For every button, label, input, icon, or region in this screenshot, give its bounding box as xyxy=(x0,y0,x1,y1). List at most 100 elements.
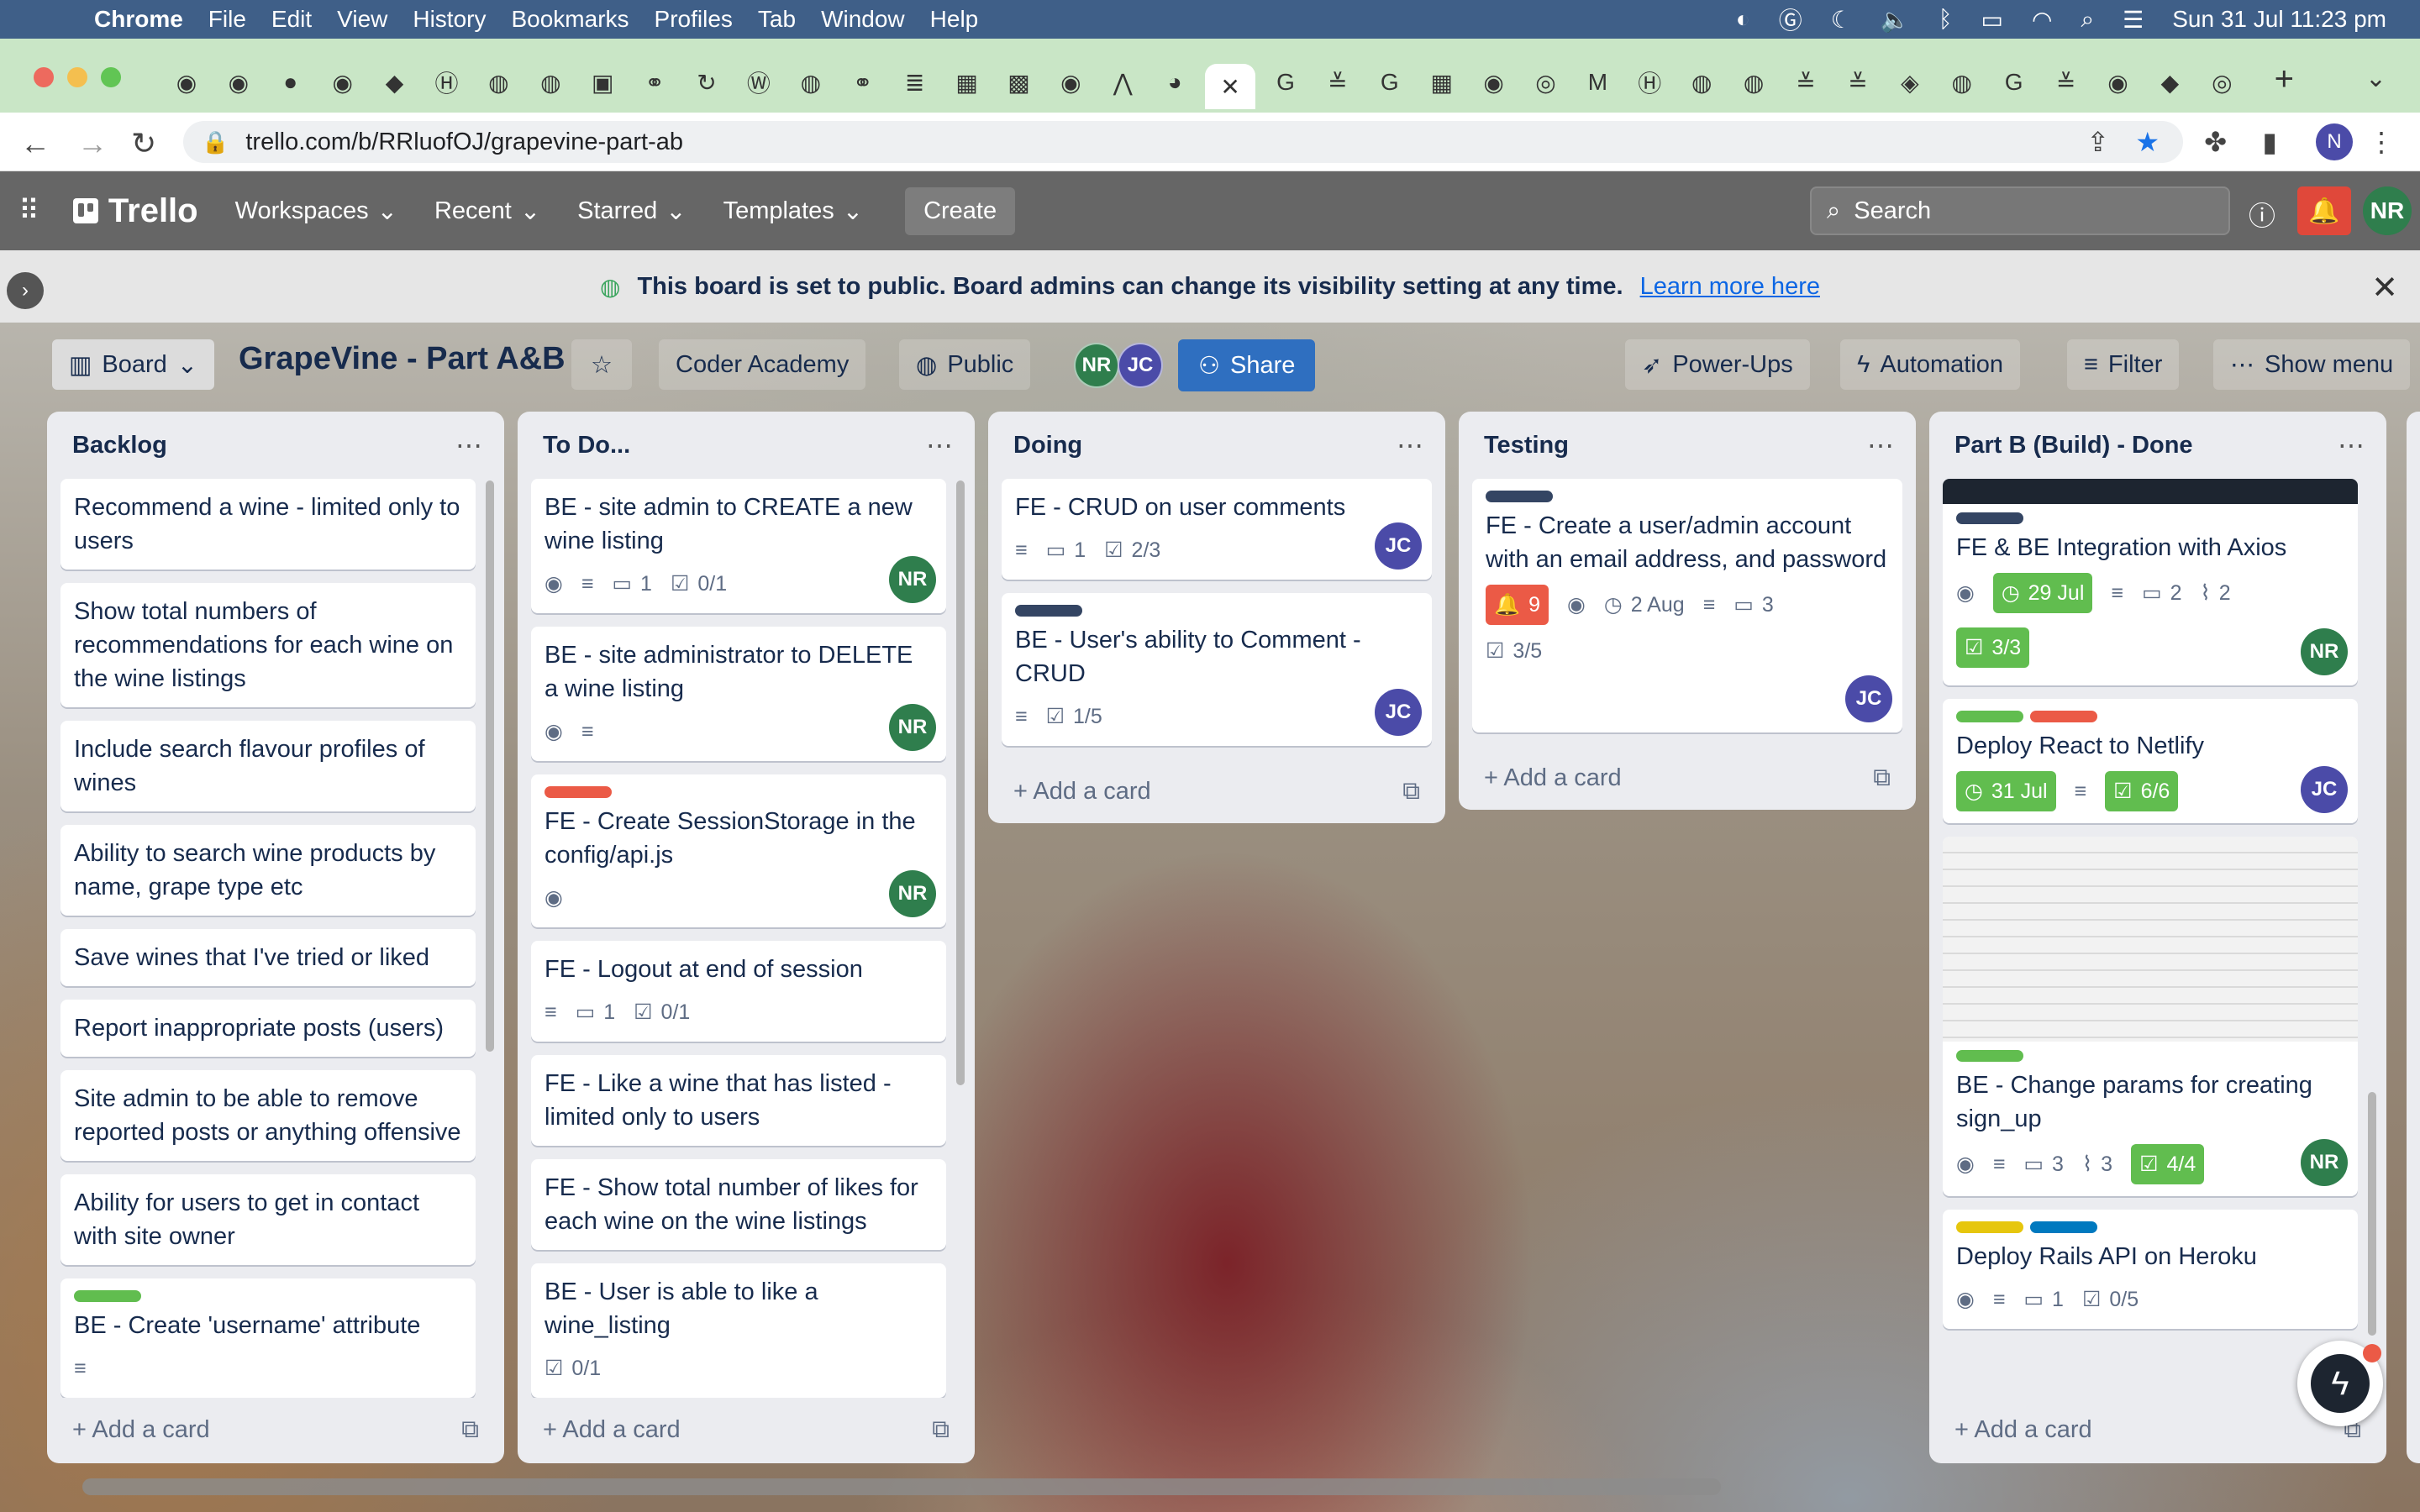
create-from-template-icon[interactable]: ⧉ xyxy=(1873,764,1891,792)
new-tab-button[interactable]: + xyxy=(2275,60,2294,98)
tab-docs-icon[interactable]: ≣ xyxy=(893,64,937,101)
card-member-avatar[interactable]: NR xyxy=(889,556,936,603)
card-member-avatar[interactable]: JC xyxy=(1375,689,1422,736)
card[interactable]: BE - User is able to like a wine_listing… xyxy=(531,1263,946,1398)
tab-image-icon[interactable]: ▦ xyxy=(945,64,989,101)
menu-bookmarks[interactable]: Bookmarks xyxy=(511,6,629,33)
nav-workspaces[interactable]: Workspaces ⌄ xyxy=(235,197,397,226)
card-member-avatar[interactable]: JC xyxy=(1375,522,1422,570)
card[interactable]: BE - site admin to CREATE a new wine lis… xyxy=(531,479,946,613)
create-button[interactable]: Create xyxy=(905,186,1016,235)
tab-google-icon[interactable]: G xyxy=(1264,64,1307,101)
card[interactable]: FE - Create a user/admin account with an… xyxy=(1472,479,1902,732)
power-ups-button[interactable]: ➶ Power-Ups xyxy=(1625,339,1810,390)
info-icon[interactable]: ⓘ xyxy=(2249,195,2275,234)
tab-doc-icon[interactable]: ▣ xyxy=(581,64,624,101)
menu-app-name[interactable]: Chrome xyxy=(94,6,183,33)
create-from-template-icon[interactable]: ⧉ xyxy=(932,1416,950,1444)
trello-logo[interactable]: Trello xyxy=(72,192,198,230)
nav-templates[interactable]: Templates ⌄ xyxy=(723,197,863,226)
spotlight-search-icon[interactable]: ⌕ xyxy=(2081,6,2094,34)
tab-github-icon[interactable]: ◉ xyxy=(2096,64,2140,101)
menu-profiles[interactable]: Profiles xyxy=(655,6,733,33)
show-menu-button[interactable]: ⋯ Show menu xyxy=(2213,339,2411,390)
url-text[interactable]: trello.com/b/RRluofOJ/grapevine-part-ab xyxy=(245,129,683,156)
list-scrollbar[interactable] xyxy=(2368,1092,2376,1336)
search-input[interactable]: ⌕ Search xyxy=(1810,186,2230,235)
banner-close-icon[interactable]: ✕ xyxy=(2371,269,2398,307)
tab-web-icon[interactable]: ◍ xyxy=(476,64,520,101)
tab-chrome-icon[interactable]: ◎ xyxy=(1524,64,1568,101)
card[interactable]: Site admin to be able to remove reported… xyxy=(60,1070,476,1161)
browser-menu-icon[interactable]: ⋮ xyxy=(2368,126,2395,158)
window-zoom-button[interactable] xyxy=(101,67,121,87)
add-card-button[interactable]: + Add a card ⧉ xyxy=(518,1398,975,1462)
tab-medium-icon[interactable]: ● xyxy=(269,64,313,101)
card-member-avatar[interactable]: NR xyxy=(2301,628,2348,675)
moon-icon[interactable]: ☾ xyxy=(1831,6,1852,34)
tab-stack-icon[interactable]: ≚ xyxy=(2044,64,2088,101)
card[interactable]: Report inappropriate posts (users) xyxy=(60,1000,476,1057)
sidebar-expand-chevron-icon[interactable]: › xyxy=(7,272,44,309)
tab-github-icon[interactable]: ◉ xyxy=(165,64,208,101)
address-bar[interactable]: 🔒 trello.com/b/RRluofOJ/grapevine-part-a… xyxy=(183,121,2183,163)
menubar-clock[interactable]: Sun 31 Jul 11:23 pm xyxy=(2172,6,2386,33)
back-button[interactable]: ← xyxy=(20,126,50,161)
board-horizontal-scrollbar[interactable] xyxy=(82,1478,1721,1495)
tab-web-icon[interactable]: ◍ xyxy=(1940,64,1984,101)
menu-help[interactable]: Help xyxy=(930,6,979,33)
tab-stack-icon[interactable]: ≚ xyxy=(1316,64,1360,101)
learn-more-link[interactable]: Learn more here xyxy=(1640,273,1820,301)
board-title[interactable]: GrapeVine - Part A&B xyxy=(239,341,566,377)
control-center-icon[interactable]: ☰ xyxy=(2123,6,2144,34)
list-menu-icon[interactable]: ⋯ xyxy=(455,429,484,461)
tab-rails-icon[interactable]: ◆ xyxy=(2148,64,2191,101)
nav-recent[interactable]: Recent ⌄ xyxy=(434,197,540,226)
add-card-button[interactable]: + Add a card ⧉ xyxy=(1459,746,1916,810)
tab-github-icon[interactable]: ◉ xyxy=(321,64,365,101)
tab-postman-icon[interactable]: ◆ xyxy=(373,64,417,101)
create-from-template-icon[interactable]: ⧉ xyxy=(1402,778,1420,806)
airplay-icon[interactable]: ◐ xyxy=(1736,6,1750,33)
tab-github-icon[interactable]: ◉ xyxy=(1049,64,1092,101)
tab-diamond-icon[interactable]: ◈ xyxy=(1888,64,1932,101)
board-view-switcher[interactable]: ▥ Board ⌄ xyxy=(52,339,215,390)
list-menu-icon[interactable]: ⋯ xyxy=(2338,429,2366,461)
lock-icon[interactable]: 🔒 xyxy=(202,129,229,155)
card[interactable]: FE - Create SessionStorage in the config… xyxy=(531,774,946,927)
card[interactable]: Include search flavour profiles of wines xyxy=(60,721,476,811)
nav-starred[interactable]: Starred ⌄ xyxy=(577,197,686,226)
card[interactable]: Deploy Rails API on Heroku ◉ ≡ ▭ 1 ☑ 0/5 xyxy=(1943,1210,2358,1329)
battery-icon[interactable]: ▭ xyxy=(1981,6,2003,34)
card[interactable]: Show total numbers of recommendations fo… xyxy=(60,583,476,707)
list-menu-icon[interactable]: ⋯ xyxy=(926,429,955,461)
user-avatar[interactable]: NR xyxy=(2363,186,2412,235)
menu-file[interactable]: File xyxy=(208,6,246,33)
extensions-puzzle-icon[interactable]: ✤ xyxy=(2204,126,2227,158)
tab-gmail-icon[interactable]: M xyxy=(1576,64,1619,101)
list-scrollbar[interactable] xyxy=(486,480,494,1052)
menu-edit[interactable]: Edit xyxy=(271,6,312,33)
tab-search-chevron-icon[interactable]: ⌄ xyxy=(2365,64,2386,93)
app-switcher-grid-icon[interactable]: ⠿ xyxy=(18,194,39,228)
window-minimize-button[interactable] xyxy=(67,67,87,87)
share-button[interactable]: ⚇ Share xyxy=(1178,339,1316,391)
notifications-bell-icon[interactable]: 🔔 xyxy=(2297,186,2351,235)
card-member-avatar[interactable]: NR xyxy=(889,870,936,917)
card[interactable]: Recommend a wine - limited only to users xyxy=(60,479,476,570)
create-from-template-icon[interactable]: ⧉ xyxy=(461,1416,479,1444)
tab-web-icon[interactable]: ◍ xyxy=(789,64,833,101)
tab-heroku-icon[interactable]: Ⓗ xyxy=(1628,64,1671,101)
share-page-icon[interactable]: ⇪ xyxy=(2086,126,2109,158)
chat-messenger-button[interactable]: ϟ xyxy=(2297,1341,2383,1426)
card[interactable]: FE - Like a wine that has listed - limit… xyxy=(531,1055,946,1146)
tab-google-icon[interactable]: G xyxy=(1992,64,2036,101)
tab-aws-icon[interactable]: ▩ xyxy=(997,64,1041,101)
automation-button[interactable]: ϟ Automation xyxy=(1840,339,2021,390)
card[interactable]: Ability to search wine products by name,… xyxy=(60,825,476,916)
tab-wordpress-icon[interactable]: Ⓦ xyxy=(737,64,781,101)
tab-github-icon[interactable]: ◉ xyxy=(217,64,260,101)
card[interactable]: FE - Logout at end of session ≡ ▭ 1 ☑ 0/1 xyxy=(531,941,946,1042)
card[interactable]: Save wines that I've tried or liked xyxy=(60,929,476,986)
tab-link-icon[interactable]: ⚭ xyxy=(841,64,885,101)
